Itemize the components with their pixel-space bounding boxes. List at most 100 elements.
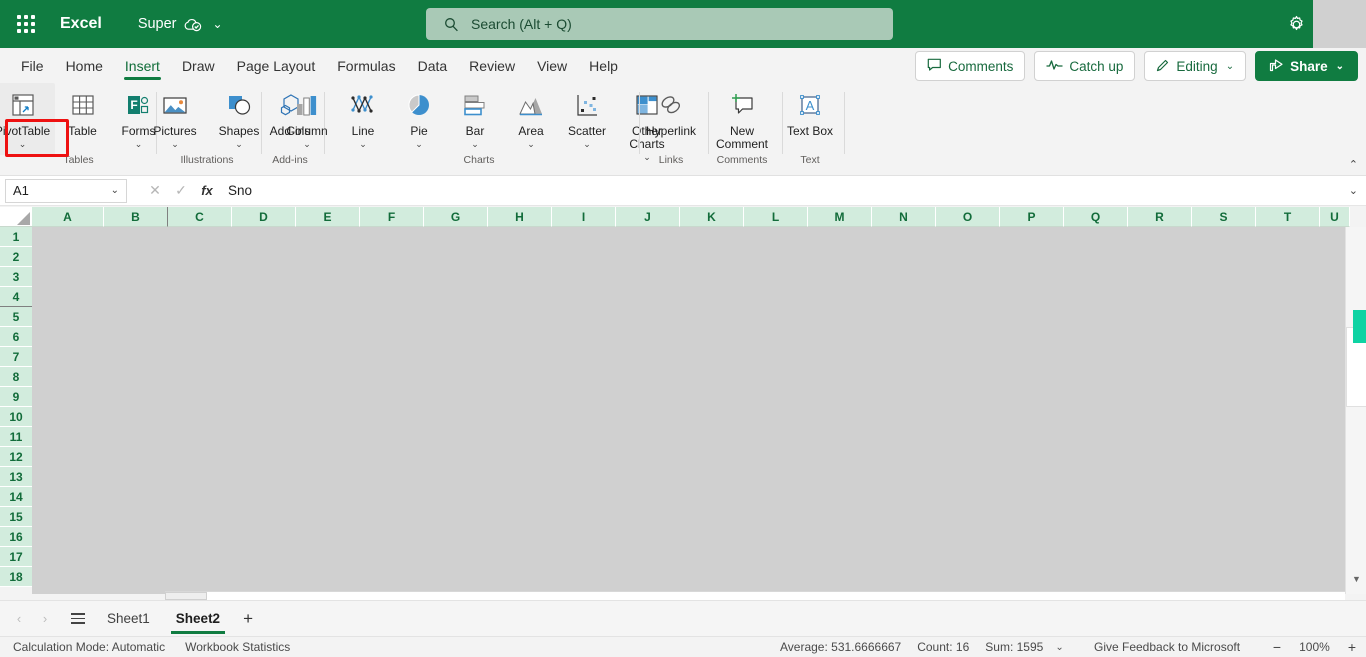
vertical-scrollbar[interactable]: ▲ ▼ <box>1345 227 1366 594</box>
row-header-12[interactable]: 12 <box>0 447 32 467</box>
comments-button[interactable]: Comments <box>915 51 1026 81</box>
tab-draw[interactable]: Draw <box>171 49 226 83</box>
column-header-N[interactable]: N <box>872 207 936 227</box>
row-header-13[interactable]: 13 <box>0 467 32 487</box>
row-header-11[interactable]: 11 <box>0 427 32 447</box>
tab-file[interactable]: File <box>10 49 55 83</box>
scatter-chart-button[interactable]: Scatter ⌄ <box>559 83 615 155</box>
row-header-17[interactable]: 17 <box>0 547 32 567</box>
insert-function-icon[interactable]: fx <box>194 178 220 204</box>
table-button[interactable]: Table <box>55 83 111 155</box>
sheet-tab-sheet1[interactable]: Sheet1 <box>94 602 163 636</box>
editing-button[interactable]: Editing ⌄ <box>1144 51 1247 81</box>
document-name[interactable]: Super <box>138 16 177 32</box>
zoom-in-button[interactable]: + <box>1348 639 1356 655</box>
line-chart-button[interactable]: Line ⌄ <box>335 83 391 155</box>
horizontal-scrollbar[interactable] <box>165 591 1345 600</box>
row-header-5[interactable]: 5 <box>0 307 32 327</box>
sheet-list-icon[interactable] <box>62 604 94 634</box>
zoom-out-button[interactable]: − <box>1273 639 1281 655</box>
collapse-ribbon-icon[interactable]: ⌃ <box>1349 158 1358 171</box>
expand-formula-bar-chevron-down-icon[interactable]: ⌄ <box>1349 184 1358 197</box>
column-header-T[interactable]: T <box>1256 207 1320 227</box>
row-header-10[interactable]: 10 <box>0 407 32 427</box>
pictures-button[interactable]: Pictures ⌄ <box>143 83 207 155</box>
next-sheet-icon[interactable]: › <box>32 604 58 634</box>
column-header-L[interactable]: L <box>744 207 808 227</box>
row-header-14[interactable]: 14 <box>0 487 32 507</box>
formula-input[interactable]: Sno <box>228 183 1349 198</box>
row-header-8[interactable]: 8 <box>0 367 32 387</box>
row-header-15[interactable]: 15 <box>0 507 32 527</box>
row-header-9[interactable]: 9 <box>0 387 32 407</box>
catch-up-button[interactable]: Catch up <box>1034 51 1136 81</box>
calculation-mode-status[interactable]: Calculation Mode: Automatic <box>13 640 165 654</box>
row-header-4[interactable]: 4 <box>0 287 32 307</box>
tab-view[interactable]: View <box>526 49 578 83</box>
column-header-G[interactable]: G <box>424 207 488 227</box>
cancel-edit-icon[interactable]: ✕ <box>142 178 168 204</box>
pivottable-button[interactable]: PivotTable ⌄ <box>0 83 55 155</box>
app-name[interactable]: Excel <box>60 15 102 33</box>
tab-help[interactable]: Help <box>578 49 629 83</box>
column-header-E[interactable]: E <box>296 207 360 227</box>
column-header-Q[interactable]: Q <box>1064 207 1128 227</box>
column-header-M[interactable]: M <box>808 207 872 227</box>
column-header-D[interactable]: D <box>232 207 296 227</box>
area-chart-button[interactable]: Area ⌄ <box>503 83 559 155</box>
bar-chart-button[interactable]: Bar ⌄ <box>447 83 503 155</box>
column-header-C[interactable]: C <box>168 207 232 227</box>
row-header-3[interactable]: 3 <box>0 267 32 287</box>
share-button[interactable]: Share ⌄ <box>1255 51 1358 81</box>
column-header-I[interactable]: I <box>552 207 616 227</box>
column-header-F[interactable]: F <box>360 207 424 227</box>
name-box[interactable]: A1 ⌄ <box>5 178 127 203</box>
row-header-16[interactable]: 16 <box>0 527 32 547</box>
column-header-U[interactable]: U <box>1320 207 1350 227</box>
vertical-scroll-thumb[interactable] <box>1353 310 1366 343</box>
tab-data[interactable]: Data <box>407 49 459 83</box>
svg-text:A: A <box>806 98 815 113</box>
tab-home[interactable]: Home <box>55 49 114 83</box>
column-header-R[interactable]: R <box>1128 207 1192 227</box>
new-comment-button[interactable]: New Comment <box>710 83 774 155</box>
row-header-6[interactable]: 6 <box>0 327 32 347</box>
text-box-button[interactable]: A Text Box <box>782 83 838 155</box>
column-chart-button[interactable]: Column ⌄ <box>279 83 335 155</box>
column-header-B[interactable]: B <box>104 207 168 227</box>
row-header-18[interactable]: 18 <box>0 567 32 587</box>
column-header-O[interactable]: O <box>936 207 1000 227</box>
horizontal-scroll-thumb[interactable] <box>165 592 207 600</box>
sheet-body[interactable] <box>32 227 1345 594</box>
pie-chart-button[interactable]: Pie ⌄ <box>391 83 447 155</box>
app-launcher-icon[interactable] <box>6 4 46 44</box>
zoom-level[interactable]: 100% <box>1299 640 1330 654</box>
workbook-statistics-button[interactable]: Workbook Statistics <box>185 640 290 654</box>
give-feedback-button[interactable]: Give Feedback to Microsoft <box>1094 640 1240 654</box>
column-header-J[interactable]: J <box>616 207 680 227</box>
row-header-7[interactable]: 7 <box>0 347 32 367</box>
document-menu-chevron-down-icon[interactable]: ⌄ <box>213 17 223 31</box>
row-header-2[interactable]: 2 <box>0 247 32 267</box>
search-input[interactable]: Search (Alt + Q) <box>426 8 893 40</box>
hyperlink-button[interactable]: Hyperlink <box>639 83 703 155</box>
column-header-P[interactable]: P <box>1000 207 1064 227</box>
column-header-H[interactable]: H <box>488 207 552 227</box>
tab-insert[interactable]: Insert <box>114 49 171 83</box>
select-all-corner[interactable] <box>0 207 32 227</box>
statistics-chevron-down-icon[interactable]: ⌄ <box>1055 642 1063 653</box>
tab-review[interactable]: Review <box>458 49 526 83</box>
tab-page-layout[interactable]: Page Layout <box>226 49 327 83</box>
previous-sheet-icon[interactable]: ‹ <box>6 604 32 634</box>
add-sheet-button[interactable]: + <box>233 604 263 634</box>
column-header-S[interactable]: S <box>1192 207 1256 227</box>
cloud-saved-icon[interactable] <box>184 17 202 32</box>
tab-formulas[interactable]: Formulas <box>326 49 406 83</box>
column-header-A[interactable]: A <box>32 207 104 227</box>
gear-icon[interactable] <box>1278 6 1314 42</box>
scroll-down-icon[interactable]: ▼ <box>1346 570 1366 588</box>
row-header-1[interactable]: 1 <box>0 227 32 247</box>
confirm-edit-icon[interactable]: ✓ <box>168 178 194 204</box>
sheet-tab-sheet2[interactable]: Sheet2 <box>163 602 233 636</box>
column-header-K[interactable]: K <box>680 207 744 227</box>
